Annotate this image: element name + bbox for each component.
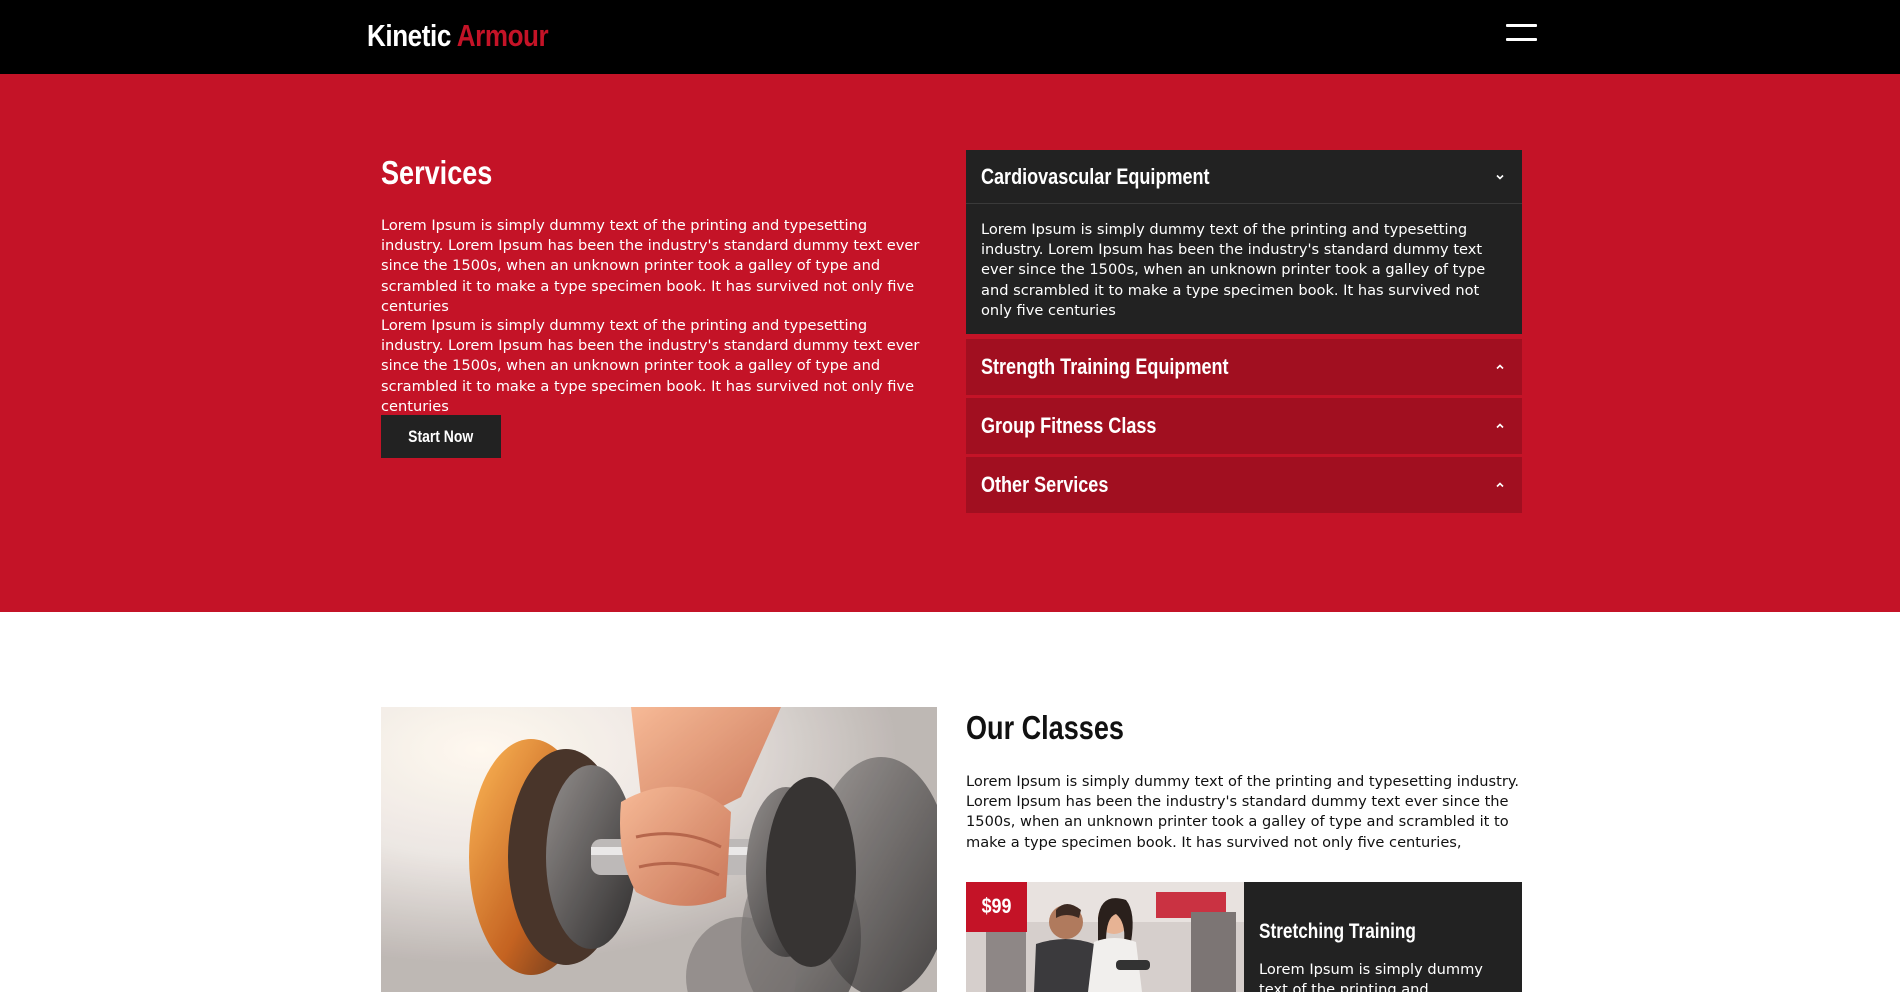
accordion-header-cardiovascular[interactable]: Cardiovascular Equipment [966, 150, 1522, 204]
class-card-title: Stretching Training [1259, 920, 1416, 943]
accordion-item-cardiovascular: Cardiovascular Equipment Lorem Ipsum is … [966, 150, 1522, 334]
accordion-title: Group Fitness Class [981, 413, 1157, 438]
class-card-info: Stretching Training Lorem Ipsum is simpl… [1244, 882, 1522, 992]
dumbbell-photo [381, 707, 937, 992]
hamburger-menu-icon[interactable] [1506, 24, 1537, 42]
site-logo[interactable]: Kinetic Armour [367, 18, 549, 54]
class-card-stretching[interactable]: $99 Stretching Training Lorem Ipsum is s… [966, 882, 1522, 992]
accordion-item-group-fitness: Group Fitness Class [966, 398, 1522, 454]
accordion-header-strength[interactable]: Strength Training Equipment [966, 339, 1522, 395]
class-card-photo: $99 [966, 882, 1244, 992]
accordion-item-strength: Strength Training Equipment [966, 339, 1522, 395]
hamburger-line-bottom [1506, 38, 1537, 41]
our-classes-title: Our Classes [966, 709, 1124, 746]
chevron-up-icon [1496, 423, 1504, 429]
dumbbell-illustration [381, 707, 937, 992]
logo-text-accent: Armour [456, 18, 549, 53]
services-title: Services [381, 154, 493, 191]
start-now-label: Start Now [408, 426, 474, 446]
price-badge: $99 [966, 882, 1027, 932]
accordion-body-cardiovascular: Lorem Ipsum is simply dummy text of the … [981, 221, 1486, 319]
services-section: Services Lorem Ipsum is simply dummy tex… [0, 74, 1900, 612]
chevron-up-icon [1496, 364, 1504, 370]
price-label: $99 [981, 895, 1012, 918]
top-navbar: Kinetic Armour [0, 0, 1900, 74]
hamburger-line-top [1506, 24, 1537, 27]
accordion-header-other-services[interactable]: Other Services [966, 457, 1522, 513]
services-paragraph-1: Lorem Ipsum is simply dummy text of the … [381, 217, 920, 315]
services-paragraph-2: Lorem Ipsum is simply dummy text of the … [381, 317, 920, 415]
accordion-title: Other Services [981, 472, 1109, 497]
class-card-text: Lorem Ipsum is simply dummy text of the … [1259, 961, 1483, 992]
start-now-button[interactable]: Start Now [381, 415, 501, 458]
accordion-header-group-fitness[interactable]: Group Fitness Class [966, 398, 1522, 454]
logo-text-primary: Kinetic [367, 18, 451, 53]
accordion-item-other-services: Other Services [966, 457, 1522, 513]
chevron-down-icon [1496, 174, 1504, 180]
chevron-up-icon [1496, 482, 1504, 488]
accordion-title: Strength Training Equipment [981, 354, 1229, 379]
accordion-title: Cardiovascular Equipment [981, 163, 1210, 189]
our-classes-paragraph: Lorem Ipsum is simply dummy text of the … [966, 773, 1520, 851]
